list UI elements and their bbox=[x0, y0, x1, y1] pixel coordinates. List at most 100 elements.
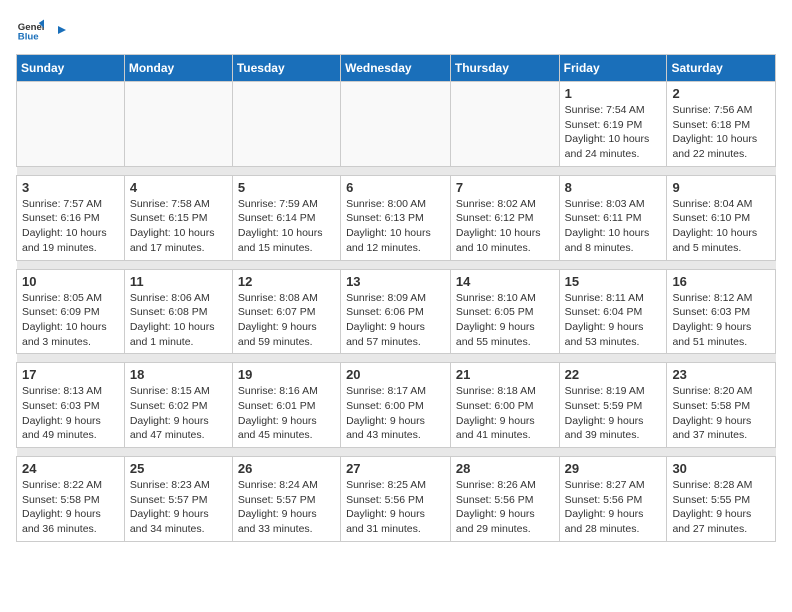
weekday-header-friday: Friday bbox=[559, 55, 667, 82]
calendar-cell: 14 Sunrise: 8:10 AM Sunset: 6:05 PM Dayli… bbox=[450, 269, 559, 354]
calendar-cell: 22 Sunrise: 8:19 AM Sunset: 5:59 PM Dayli… bbox=[559, 363, 667, 448]
calendar-cell: 23Sunrise: 8:20 AM Sunset: 5:58 PM Dayli… bbox=[667, 363, 776, 448]
day-number: 2 bbox=[672, 86, 770, 101]
calendar-week-1: 1Sunrise: 7:54 AM Sunset: 6:19 PM Daylig… bbox=[17, 82, 776, 167]
day-number: 20 bbox=[346, 367, 445, 382]
calendar-cell: 3 Sunrise: 7:57 AM Sunset: 6:16 PM Daylig… bbox=[17, 175, 125, 260]
day-info: Sunrise: 8:05 AM Sunset: 6:09 PM Dayligh… bbox=[22, 291, 119, 350]
day-info: Sunrise: 8:10 AM Sunset: 6:05 PM Dayligh… bbox=[456, 291, 554, 350]
week-spacer bbox=[17, 166, 776, 175]
day-number: 25 bbox=[130, 461, 227, 476]
day-number: 26 bbox=[238, 461, 335, 476]
day-info: Sunrise: 7:59 AM Sunset: 6:14 PM Dayligh… bbox=[238, 197, 335, 256]
day-number: 21 bbox=[456, 367, 554, 382]
day-info: Sunrise: 8:11 AM Sunset: 6:04 PM Dayligh… bbox=[565, 291, 662, 350]
day-number: 15 bbox=[565, 274, 662, 289]
day-info: Sunrise: 8:09 AM Sunset: 6:06 PM Dayligh… bbox=[346, 291, 445, 350]
logo-flag-icon bbox=[48, 24, 66, 42]
calendar-cell: 5Sunrise: 7:59 AM Sunset: 6:14 PM Daylig… bbox=[232, 175, 340, 260]
day-info: Sunrise: 8:23 AM Sunset: 5:57 PM Dayligh… bbox=[130, 478, 227, 537]
calendar-cell: 28 Sunrise: 8:26 AM Sunset: 5:56 PM Dayli… bbox=[450, 457, 559, 542]
week-spacer bbox=[17, 354, 776, 363]
calendar-week-2: 3 Sunrise: 7:57 AM Sunset: 6:16 PM Daylig… bbox=[17, 175, 776, 260]
day-info: Sunrise: 8:06 AM Sunset: 6:08 PM Dayligh… bbox=[130, 291, 227, 350]
day-number: 24 bbox=[22, 461, 119, 476]
weekday-header-row: SundayMondayTuesdayWednesdayThursdayFrid… bbox=[17, 55, 776, 82]
day-number: 18 bbox=[130, 367, 227, 382]
day-info: Sunrise: 8:16 AM Sunset: 6:01 PM Dayligh… bbox=[238, 384, 335, 443]
day-number: 16 bbox=[672, 274, 770, 289]
svg-text:Blue: Blue bbox=[18, 32, 39, 43]
day-number: 27 bbox=[346, 461, 445, 476]
day-number: 10 bbox=[22, 274, 119, 289]
calendar-cell: 11 Sunrise: 8:06 AM Sunset: 6:08 PM Dayli… bbox=[124, 269, 232, 354]
calendar-cell bbox=[341, 82, 451, 167]
day-number: 8 bbox=[565, 180, 662, 195]
day-info: Sunrise: 8:03 AM Sunset: 6:11 PM Dayligh… bbox=[565, 197, 662, 256]
day-number: 9 bbox=[672, 180, 770, 195]
calendar-cell: 9 Sunrise: 8:04 AM Sunset: 6:10 PM Daylig… bbox=[667, 175, 776, 260]
day-number: 29 bbox=[565, 461, 662, 476]
calendar-cell bbox=[232, 82, 340, 167]
calendar-cell: 27Sunrise: 8:25 AM Sunset: 5:56 PM Dayli… bbox=[341, 457, 451, 542]
calendar-cell bbox=[17, 82, 125, 167]
day-number: 1 bbox=[565, 86, 662, 101]
day-info: Sunrise: 8:17 AM Sunset: 6:00 PM Dayligh… bbox=[346, 384, 445, 443]
calendar-cell: 10 Sunrise: 8:05 AM Sunset: 6:09 PM Dayli… bbox=[17, 269, 125, 354]
day-info: Sunrise: 8:02 AM Sunset: 6:12 PM Dayligh… bbox=[456, 197, 554, 256]
day-number: 30 bbox=[672, 461, 770, 476]
day-number: 28 bbox=[456, 461, 554, 476]
day-info: Sunrise: 8:15 AM Sunset: 6:02 PM Dayligh… bbox=[130, 384, 227, 443]
day-info: Sunrise: 8:26 AM Sunset: 5:56 PM Dayligh… bbox=[456, 478, 554, 537]
calendar-week-5: 24 Sunrise: 8:22 AM Sunset: 5:58 PM Dayli… bbox=[17, 457, 776, 542]
day-info: Sunrise: 8:20 AM Sunset: 5:58 PM Dayligh… bbox=[672, 384, 770, 443]
day-info: Sunrise: 8:19 AM Sunset: 5:59 PM Dayligh… bbox=[565, 384, 662, 443]
day-info: Sunrise: 8:00 AM Sunset: 6:13 PM Dayligh… bbox=[346, 197, 445, 256]
calendar-cell: 30 Sunrise: 8:28 AM Sunset: 5:55 PM Dayli… bbox=[667, 457, 776, 542]
weekday-header-tuesday: Tuesday bbox=[232, 55, 340, 82]
day-number: 4 bbox=[130, 180, 227, 195]
day-info: Sunrise: 8:27 AM Sunset: 5:56 PM Dayligh… bbox=[565, 478, 662, 537]
calendar-cell: 4Sunrise: 7:58 AM Sunset: 6:15 PM Daylig… bbox=[124, 175, 232, 260]
weekday-header-thursday: Thursday bbox=[450, 55, 559, 82]
day-number: 11 bbox=[130, 274, 227, 289]
day-info: Sunrise: 7:57 AM Sunset: 6:16 PM Dayligh… bbox=[22, 197, 119, 256]
calendar-cell: 24 Sunrise: 8:22 AM Sunset: 5:58 PM Dayli… bbox=[17, 457, 125, 542]
calendar-cell: 18 Sunrise: 8:15 AM Sunset: 6:02 PM Dayli… bbox=[124, 363, 232, 448]
calendar-cell: 1Sunrise: 7:54 AM Sunset: 6:19 PM Daylig… bbox=[559, 82, 667, 167]
day-info: Sunrise: 8:08 AM Sunset: 6:07 PM Dayligh… bbox=[238, 291, 335, 350]
calendar-cell: 2 Sunrise: 7:56 AM Sunset: 6:18 PM Daylig… bbox=[667, 82, 776, 167]
day-info: Sunrise: 8:22 AM Sunset: 5:58 PM Dayligh… bbox=[22, 478, 119, 537]
day-number: 19 bbox=[238, 367, 335, 382]
week-spacer bbox=[17, 448, 776, 457]
day-info: Sunrise: 8:24 AM Sunset: 5:57 PM Dayligh… bbox=[238, 478, 335, 537]
day-info: Sunrise: 7:56 AM Sunset: 6:18 PM Dayligh… bbox=[672, 103, 770, 162]
weekday-header-wednesday: Wednesday bbox=[341, 55, 451, 82]
calendar-cell: 15 Sunrise: 8:11 AM Sunset: 6:04 PM Dayli… bbox=[559, 269, 667, 354]
calendar-cell: 6 Sunrise: 8:00 AM Sunset: 6:13 PM Daylig… bbox=[341, 175, 451, 260]
calendar-cell bbox=[450, 82, 559, 167]
day-info: Sunrise: 8:28 AM Sunset: 5:55 PM Dayligh… bbox=[672, 478, 770, 537]
day-number: 13 bbox=[346, 274, 445, 289]
day-number: 3 bbox=[22, 180, 119, 195]
day-number: 14 bbox=[456, 274, 554, 289]
calendar-cell: 7 Sunrise: 8:02 AM Sunset: 6:12 PM Daylig… bbox=[450, 175, 559, 260]
day-number: 7 bbox=[456, 180, 554, 195]
calendar-week-4: 17 Sunrise: 8:13 AM Sunset: 6:03 PM Dayli… bbox=[17, 363, 776, 448]
day-info: Sunrise: 8:12 AM Sunset: 6:03 PM Dayligh… bbox=[672, 291, 770, 350]
day-number: 6 bbox=[346, 180, 445, 195]
day-info: Sunrise: 8:13 AM Sunset: 6:03 PM Dayligh… bbox=[22, 384, 119, 443]
calendar-cell: 8 Sunrise: 8:03 AM Sunset: 6:11 PM Daylig… bbox=[559, 175, 667, 260]
calendar-cell: 29 Sunrise: 8:27 AM Sunset: 5:56 PM Dayli… bbox=[559, 457, 667, 542]
calendar-cell: 21 Sunrise: 8:18 AM Sunset: 6:00 PM Dayli… bbox=[450, 363, 559, 448]
calendar-week-3: 10 Sunrise: 8:05 AM Sunset: 6:09 PM Dayli… bbox=[17, 269, 776, 354]
page-header: General Blue bbox=[16, 16, 776, 44]
calendar-cell bbox=[124, 82, 232, 167]
day-number: 17 bbox=[22, 367, 119, 382]
calendar-table: SundayMondayTuesdayWednesdayThursdayFrid… bbox=[16, 54, 776, 542]
day-info: Sunrise: 8:04 AM Sunset: 6:10 PM Dayligh… bbox=[672, 197, 770, 256]
calendar-cell: 17 Sunrise: 8:13 AM Sunset: 6:03 PM Dayli… bbox=[17, 363, 125, 448]
calendar-cell: 20 Sunrise: 8:17 AM Sunset: 6:00 PM Dayli… bbox=[341, 363, 451, 448]
day-number: 22 bbox=[565, 367, 662, 382]
day-info: Sunrise: 8:18 AM Sunset: 6:00 PM Dayligh… bbox=[456, 384, 554, 443]
